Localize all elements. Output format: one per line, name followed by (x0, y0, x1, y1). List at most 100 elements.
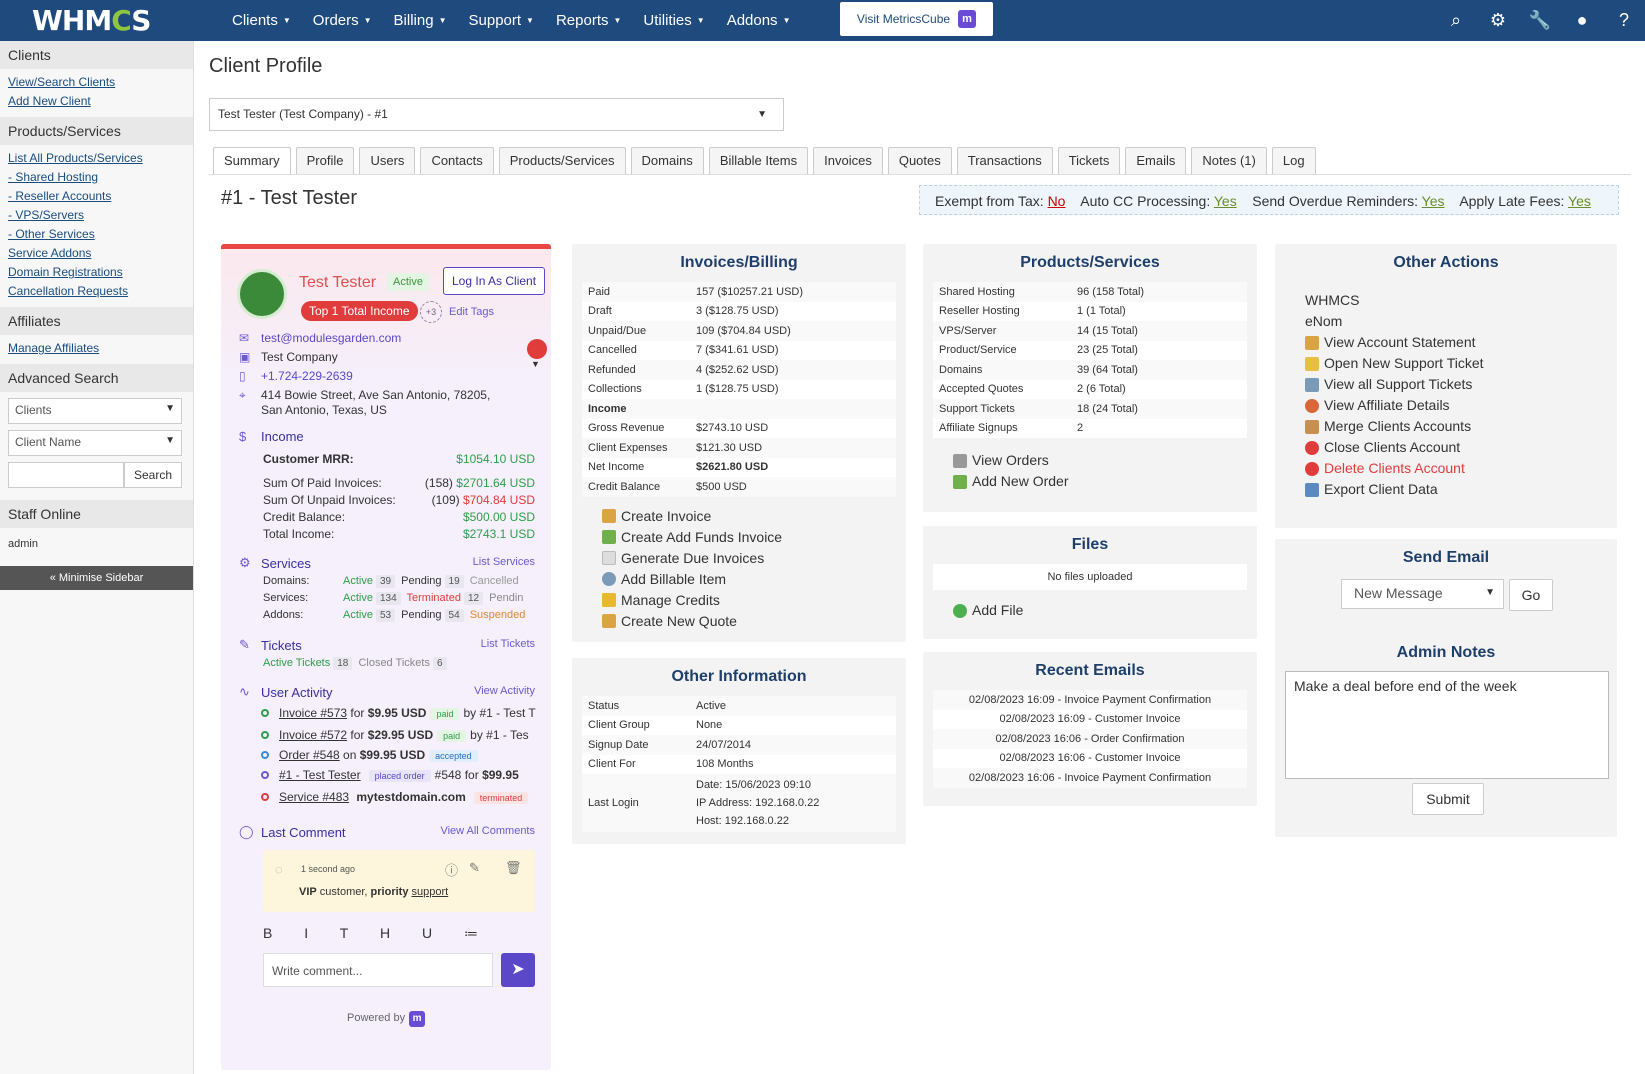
send-email-go-button[interactable]: Go (1509, 579, 1553, 611)
activity-invoice-573-link[interactable]: Invoice #573 (279, 706, 347, 720)
email-template-select[interactable]: New Message ▼ (1341, 579, 1504, 609)
activity-service-483-link[interactable]: Service #483 (279, 790, 349, 804)
sidebar-link-manage-affiliates[interactable]: Manage Affiliates (8, 339, 185, 358)
tab-tickets[interactable]: Tickets (1057, 147, 1121, 175)
tab-domains[interactable]: Domains (630, 147, 704, 175)
menu-addons[interactable]: Addons ▼ (727, 12, 791, 29)
tab-transactions[interactable]: Transactions (956, 147, 1053, 175)
view-all-tickets-link[interactable]: View all Support Tickets (1305, 374, 1587, 395)
send-comment-button[interactable]: ➤ (501, 953, 535, 987)
help-icon[interactable]: ? (1603, 10, 1645, 31)
table-row: Gross Revenue $2743.10 USD (588, 422, 769, 435)
add-file-link[interactable]: Add File (953, 600, 1227, 621)
minimise-sidebar-button[interactable]: « Minimise Sidebar (0, 566, 193, 590)
email-row[interactable]: 02/08/2023 16:06 - Invoice Payment Confi… (933, 768, 1247, 788)
overdue-reminders-value[interactable]: Yes (1422, 193, 1445, 209)
email-row[interactable]: 02/08/2023 16:09 - Customer Invoice (933, 710, 1247, 730)
settings-icon[interactable]: ⚙ (1477, 10, 1519, 31)
login-as-client-button[interactable]: Log In As Client (443, 267, 546, 295)
sidebar-search-input[interactable] (8, 462, 124, 488)
late-fees-value[interactable]: Yes (1568, 193, 1591, 209)
view-affiliate-details-link[interactable]: View Affiliate Details (1305, 395, 1587, 416)
admin-notes-textarea[interactable]: Make a deal before end of the week (1285, 671, 1609, 779)
manage-credits-link[interactable]: Manage Credits (602, 590, 876, 611)
create-add-funds-invoice-link[interactable]: Create Add Funds Invoice (602, 527, 876, 548)
tab-summary[interactable]: Summary (213, 147, 291, 175)
menu-support[interactable]: Support ▼ (469, 12, 534, 29)
menu-orders[interactable]: Orders ▼ (313, 12, 372, 29)
visit-metricscube-button[interactable]: Visit MetricsCube m (840, 2, 993, 36)
sidebar-search-button[interactable]: Search (124, 462, 182, 488)
more-tags-badge[interactable]: +3 (420, 301, 442, 323)
merge-clients-link[interactable]: Merge Clients Accounts (1305, 416, 1587, 437)
tab-contacts[interactable]: Contacts (420, 147, 494, 175)
user-avatar-icon[interactable]: ● (1561, 10, 1603, 31)
list-services-link[interactable]: List Services (473, 556, 535, 568)
list-tickets-link[interactable]: List Tickets (481, 638, 535, 650)
chevron-down-icon[interactable]: ▼ (531, 359, 540, 369)
tab-products-services[interactable]: Products/Services (498, 147, 626, 175)
activity-order-548-link[interactable]: Order #548 (279, 748, 340, 762)
search-type-select[interactable]: Clients ▼ (8, 398, 182, 424)
comment-editor-toolbar[interactable]: B I T H U ≔ (263, 925, 492, 942)
add-new-order-link[interactable]: Add New Order (953, 471, 1227, 492)
email-row[interactable]: 02/08/2023 16:06 - Order Confirmation (933, 729, 1247, 749)
admin-notes-submit-button[interactable]: Submit (1412, 783, 1484, 815)
whmcs-logo[interactable]: WHMCS (32, 4, 151, 37)
view-all-comments-link[interactable]: View All Comments (440, 825, 535, 837)
activity-invoice-572-link[interactable]: Invoice #572 (279, 728, 347, 742)
close-account-link[interactable]: Close Clients Account (1305, 437, 1587, 458)
tab-billable-items[interactable]: Billable Items (708, 147, 809, 175)
menu-utilities[interactable]: Utilities ▼ (643, 12, 704, 29)
sidebar-link-shared-hosting[interactable]: - Shared Hosting (8, 168, 185, 187)
create-new-quote-link[interactable]: Create New Quote (602, 611, 876, 632)
tab-emails[interactable]: Emails (1125, 147, 1187, 175)
email-row[interactable]: 02/08/2023 16:09 - Invoice Payment Confi… (933, 690, 1247, 710)
sidebar: Clients View/Search Clients Add New Clie… (0, 41, 194, 1074)
menu-clients[interactable]: Clients ▼ (232, 12, 291, 29)
client-selector[interactable]: Test Tester (Test Company) - #1 ▼ (209, 98, 784, 131)
activity-client-link[interactable]: #1 - Test Tester (279, 768, 361, 782)
delete-account-link[interactable]: Delete Clients Account (1305, 458, 1587, 479)
sidebar-link-vps-servers[interactable]: - VPS/Servers (8, 206, 185, 225)
add-billable-item-link[interactable]: Add Billable Item (602, 569, 876, 590)
sidebar-link-other-services[interactable]: - Other Services (8, 225, 185, 244)
comment-input[interactable]: Write comment... (263, 953, 493, 987)
trash-icon[interactable]: 🗑 (505, 860, 522, 876)
generate-due-invoices-link[interactable]: Generate Due Invoices (602, 548, 876, 569)
auto-cc-value[interactable]: Yes (1214, 193, 1237, 209)
client-phone-link[interactable]: +1.724-229-2639 (261, 369, 353, 383)
view-activity-link[interactable]: View Activity (474, 685, 535, 697)
info-icon[interactable]: ⓘ (445, 860, 458, 879)
tab-quotes[interactable]: Quotes (887, 147, 952, 175)
menu-billing[interactable]: Billing ▼ (394, 12, 447, 29)
sidebar-link-cancellation-requests[interactable]: Cancellation Requests (8, 282, 185, 301)
page-title: Client Profile (209, 55, 323, 77)
sidebar-link-reseller-accounts[interactable]: - Reseller Accounts (8, 187, 185, 206)
view-orders-link[interactable]: View Orders (953, 450, 1227, 471)
wrench-icon[interactable]: 🔧 (1519, 10, 1561, 31)
view-account-statement-link[interactable]: View Account Statement (1305, 332, 1587, 353)
search-field-select[interactable]: Client Name ▼ (8, 430, 182, 456)
sidebar-link-add-new-client[interactable]: Add New Client (8, 92, 185, 111)
sidebar-link-view-search-clients[interactable]: View/Search Clients (8, 73, 185, 92)
client-email-link[interactable]: test@modulesgarden.com (261, 331, 401, 345)
search-icon[interactable]: ⌕ (1435, 10, 1477, 31)
export-client-data-link[interactable]: Export Client Data (1305, 479, 1587, 500)
open-new-ticket-link[interactable]: Open New Support Ticket (1305, 353, 1587, 374)
tab-profile[interactable]: Profile (295, 147, 355, 175)
sidebar-link-domain-registrations[interactable]: Domain Registrations (8, 263, 185, 282)
comment-support-link[interactable]: support (412, 886, 449, 898)
email-row[interactable]: 02/08/2023 16:06 - Customer Invoice (933, 749, 1247, 769)
tab-users[interactable]: Users (359, 147, 416, 175)
tab-invoices[interactable]: Invoices (813, 147, 883, 175)
menu-reports[interactable]: Reports ▼ (556, 12, 621, 29)
exempt-tax-value[interactable]: No (1048, 193, 1066, 209)
edit-pencil-icon[interactable]: ✎ (469, 860, 480, 876)
sidebar-link-list-products[interactable]: List All Products/Services (8, 149, 185, 168)
tab-notes[interactable]: Notes (1) (1191, 147, 1267, 175)
edit-tags-link[interactable]: Edit Tags (449, 306, 494, 318)
create-invoice-link[interactable]: Create Invoice (602, 506, 876, 527)
sidebar-link-service-addons[interactable]: Service Addons (8, 244, 185, 263)
tab-log[interactable]: Log (1271, 147, 1316, 175)
